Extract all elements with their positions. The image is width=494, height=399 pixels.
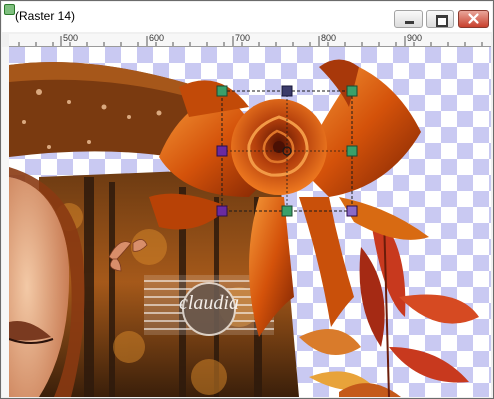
close-icon <box>468 13 479 24</box>
image-canvas[interactable]: claudia <box>9 47 491 397</box>
image-window: (Raster 14) 500 600 700 800 900 claudia <box>0 0 494 399</box>
ruler-label: 900 <box>407 34 423 43</box>
ruler-label: 700 <box>235 34 251 43</box>
close-button[interactable] <box>458 10 489 28</box>
minimize-icon <box>405 21 414 24</box>
layer-window-icon <box>4 4 15 15</box>
rose <box>231 99 327 195</box>
title-bar[interactable]: (Raster 14) <box>2 2 492 32</box>
ruler-label: 600 <box>149 34 165 43</box>
maximize-button[interactable] <box>426 10 454 28</box>
ruler-label: 500 <box>63 34 79 43</box>
maximize-icon <box>436 15 448 27</box>
minimize-button[interactable] <box>394 10 423 28</box>
window-title: (Raster 14) <box>15 9 76 23</box>
horizontal-ruler: 500 600 700 800 900 <box>9 34 491 47</box>
ruler-label: 800 <box>321 34 337 43</box>
artwork: claudia <box>9 47 491 397</box>
logo-text: claudia <box>179 292 239 314</box>
